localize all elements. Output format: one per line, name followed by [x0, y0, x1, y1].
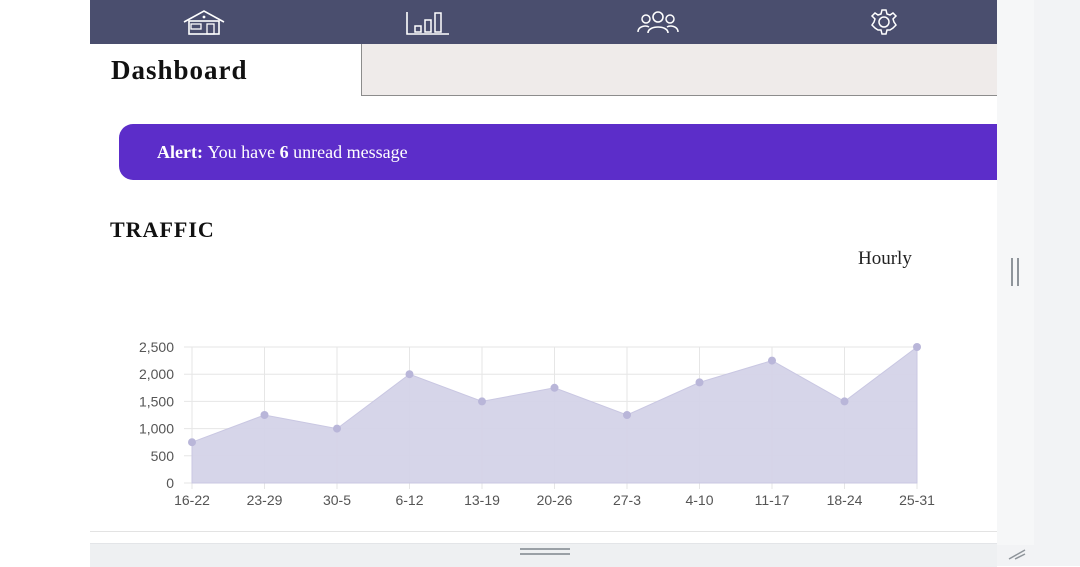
- tab-bar-empty-area: [361, 44, 997, 96]
- data-point: [260, 411, 269, 419]
- nav-home[interactable]: [176, 4, 232, 40]
- data-point: [913, 343, 921, 351]
- users-icon: [637, 11, 679, 34]
- y-tick-label: 2,500: [139, 339, 174, 355]
- alert-banner: Alert: You have 6 unread message: [119, 124, 997, 180]
- y-tick-label: 1,000: [139, 421, 174, 437]
- x-tick-label: 18-24: [827, 492, 863, 508]
- x-tick-label: 6-12: [395, 492, 423, 508]
- x-tick-label: 4-10: [685, 492, 713, 508]
- page-margin-left: [0, 0, 90, 566]
- traffic-chart: 0 500 1,000 1,500 2,000 2,500 16-22 23-29 30-5 6-…: [139, 339, 935, 508]
- x-tick-label: 16-22: [174, 492, 210, 508]
- data-point: [840, 397, 849, 406]
- corner-resize-grip-icon[interactable]: [1003, 544, 1029, 562]
- bar-chart-icon: [406, 12, 449, 35]
- y-tick-label: 2,000: [139, 366, 174, 382]
- x-tick-label: 27-3: [613, 492, 641, 508]
- traffic-period-hourly[interactable]: Hourly: [858, 248, 912, 270]
- y-tick-label: 1,500: [139, 393, 174, 409]
- top-navbar: [90, 0, 997, 44]
- horizontal-resize-handle-icon[interactable]: [520, 548, 570, 556]
- nav-users[interactable]: [630, 4, 686, 40]
- data-point: [768, 356, 776, 365]
- content-divider: [90, 531, 997, 532]
- nav-settings[interactable]: [856, 4, 912, 40]
- x-tick-label: 25-31: [899, 492, 935, 508]
- x-tick-label: 11-17: [755, 492, 790, 508]
- data-point: [333, 424, 341, 433]
- gear-icon: [870, 9, 898, 35]
- nav-stats[interactable]: [400, 4, 456, 40]
- alert-prefix: Alert:: [157, 141, 203, 162]
- x-tick-label: 13-19: [464, 492, 500, 508]
- x-tick-label: 20-26: [537, 492, 573, 508]
- tab-bar: Dashboard: [90, 44, 997, 96]
- data-point: [478, 397, 486, 406]
- x-tick-label: 23-29: [247, 492, 283, 508]
- y-tick-label: 0: [166, 475, 174, 491]
- data-point: [695, 378, 704, 387]
- data-point: [623, 411, 631, 419]
- vertical-resize-grip-icon[interactable]: [1011, 258, 1021, 286]
- data-point: [550, 383, 559, 392]
- traffic-heading: TRAFFIC: [110, 217, 215, 242]
- alert-text-after: unread message: [293, 141, 408, 162]
- home-icon: [183, 10, 225, 35]
- alert-count: 6: [279, 141, 289, 162]
- data-point: [188, 438, 196, 447]
- alert-text-before: You have: [207, 141, 276, 162]
- x-tick-label: 30-5: [323, 492, 351, 508]
- y-tick-label: 500: [151, 448, 175, 464]
- data-point: [405, 370, 414, 379]
- tab-dashboard[interactable]: Dashboard: [90, 44, 361, 96]
